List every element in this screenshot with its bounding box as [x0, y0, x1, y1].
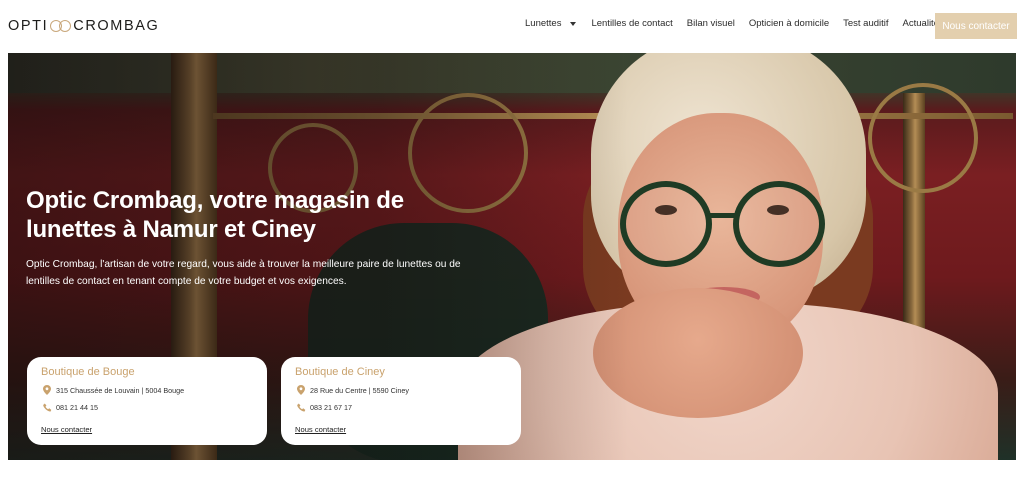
site-logo[interactable]: OPTI CROMBAG	[8, 17, 159, 35]
location-pin-icon	[295, 385, 307, 395]
location-pin-icon	[41, 385, 53, 395]
contact-button[interactable]: Nous contacter	[935, 13, 1017, 39]
store-contact-link[interactable]: Nous contacter	[295, 425, 346, 434]
glasses-lens-left	[620, 181, 712, 267]
store-phone-row: 083 21 67 17	[295, 402, 521, 412]
nav-item-lentilles[interactable]: Lentilles de contact	[591, 18, 672, 29]
logo-text-left: OPTI	[8, 18, 49, 34]
store-address-row: 28 Rue du Centre | 5590 Ciney	[295, 385, 521, 395]
store-contact-link[interactable]: Nous contacter	[41, 425, 92, 434]
phone-icon	[41, 402, 53, 412]
store-card-bouge: Boutique de Bouge 315 Chaussée de Louvai…	[27, 357, 267, 445]
site-header: OPTI CROMBAG Lunettes Lentilles de conta…	[0, 0, 1024, 52]
nav-item-label: Bilan visuel	[686, 18, 735, 29]
hero-description: Optic Crombag, l'artisan de votre regard…	[26, 259, 461, 287]
hero-title: Optic Crombag, votre magasin de lunettes…	[26, 187, 404, 243]
store-address-row: 315 Chaussée de Louvain | 5004 Bouge	[41, 385, 267, 395]
nav-item-label: Test auditif	[843, 18, 889, 29]
store-name: Boutique de Bouge	[41, 366, 135, 378]
store-address: 28 Rue du Centre | 5590 Ciney	[310, 385, 409, 395]
main-nav: Lunettes Lentilles de contact Bilan visu…	[525, 18, 944, 29]
glasses-rings-logo-icon	[50, 20, 72, 32]
store-card-ciney: Boutique de Ciney 28 Rue du Centre | 559…	[281, 357, 521, 445]
nav-item-label: Opticien à domicile	[748, 18, 830, 29]
nav-item-label: Lentilles de contact	[591, 18, 673, 29]
glasses-bridge	[706, 213, 738, 218]
nav-item-opticien-domicile[interactable]: Opticien à domicile	[749, 18, 829, 29]
store-address: 315 Chaussée de Louvain | 5004 Bouge	[56, 385, 185, 395]
store-name: Boutique de Ciney	[295, 366, 385, 378]
chevron-down-icon	[570, 21, 577, 26]
store-phone-row: 081 21 44 15	[41, 402, 267, 412]
nav-item-bilan-visuel[interactable]: Bilan visuel	[687, 18, 735, 29]
nav-item-label: Lunettes	[525, 18, 562, 29]
bed-ornament	[868, 83, 978, 193]
store-phone[interactable]: 083 21 67 17	[310, 403, 352, 412]
phone-icon	[295, 402, 307, 412]
nav-item-test-auditif[interactable]: Test auditif	[843, 18, 888, 29]
glasses-lens-right	[733, 181, 825, 267]
store-phone[interactable]: 081 21 44 15	[56, 403, 98, 412]
logo-text-right: CROMBAG	[73, 18, 160, 34]
nav-item-lunettes[interactable]: Lunettes	[525, 18, 577, 29]
